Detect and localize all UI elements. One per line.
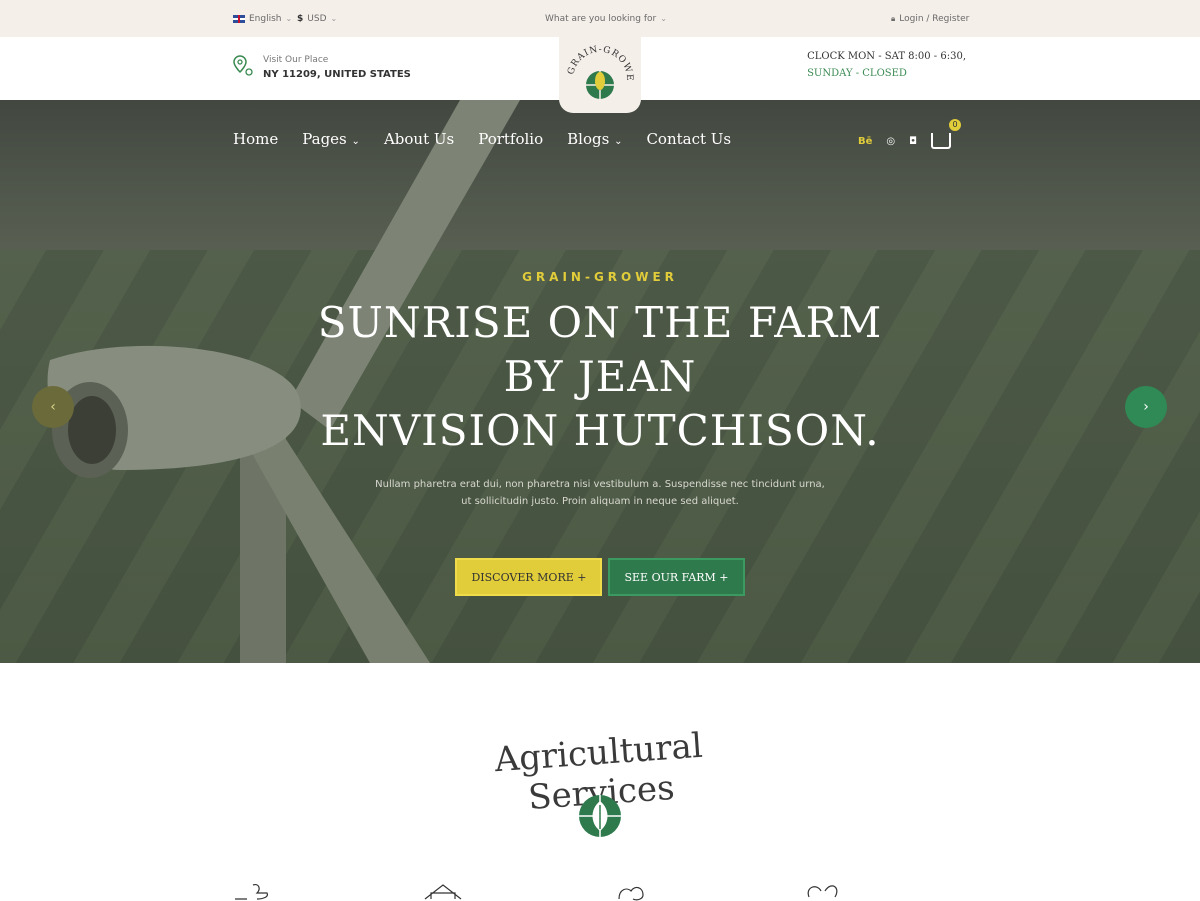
nav-item-home[interactable]: Home bbox=[233, 130, 278, 148]
flag-uk-icon bbox=[233, 14, 245, 23]
search-label: What are you looking for bbox=[545, 13, 657, 24]
nav-item-about[interactable]: About Us bbox=[384, 130, 454, 148]
chevron-down-icon: ⌄ bbox=[660, 14, 667, 23]
location-value: NY 11209, UNITED STATES bbox=[263, 69, 411, 80]
hero-headline: SUNRISE ON THE FARM BY JEAN ENVISION HUT… bbox=[300, 296, 900, 458]
currency-label: USD bbox=[307, 13, 327, 24]
top-bar: English ⌄ $ USD ⌄ What are you looking f… bbox=[0, 0, 1200, 37]
chevron-down-icon: ⌄ bbox=[285, 14, 293, 23]
nav-item-contact[interactable]: Contact Us bbox=[646, 130, 731, 148]
rooster-icon bbox=[618, 886, 644, 901]
nav-item-pages-label: Pages bbox=[302, 130, 347, 148]
chevron-left-icon: ‹ bbox=[50, 399, 56, 415]
nav-item-blogs[interactable]: Blogs ⌄ bbox=[567, 130, 622, 148]
hero-headline-line1: SUNRISE ON THE FARM BY JEAN bbox=[317, 298, 883, 401]
hero-headline-line2: ENVISION HUTCHISON. bbox=[320, 406, 880, 455]
cart-count-badge: 0 bbox=[949, 119, 962, 131]
chevron-down-icon: ⌄ bbox=[614, 136, 623, 147]
nav-item-pages[interactable]: Pages ⌄ bbox=[302, 130, 360, 148]
hero-eyebrow: GRAIN-GROWER bbox=[522, 270, 678, 284]
discover-more-button[interactable]: DISCOVER MORE + bbox=[455, 558, 603, 596]
hero-slider: Home Pages ⌄ About Us Portfolio Blogs ⌄ … bbox=[0, 100, 1200, 663]
cart-icon[interactable]: 0 bbox=[931, 119, 962, 149]
nav-item-blogs-label: Blogs bbox=[567, 130, 610, 148]
login-label: Login / Register bbox=[899, 13, 970, 24]
dribbble-icon[interactable]: ◎ bbox=[886, 136, 895, 147]
hero-subtext: Nullam pharetra erat dui, non pharetra n… bbox=[375, 479, 825, 507]
social-links: Bē ◎ ◘ 0 bbox=[858, 119, 962, 149]
location-block: Visit Our Place NY 11209, UNITED STATES bbox=[233, 55, 411, 80]
slider-prev-button[interactable]: ‹ bbox=[32, 386, 74, 428]
behance-icon[interactable]: Bē bbox=[858, 136, 872, 147]
chevron-right-icon: › bbox=[1143, 399, 1149, 415]
hours-weekday: CLOCK MON - SAT 8:00 - 6:30, bbox=[807, 51, 966, 62]
currency-selector[interactable]: $ USD ⌄ bbox=[297, 0, 337, 37]
language-label: English bbox=[249, 13, 282, 24]
services-section: Agricultural Services bbox=[0, 663, 1200, 901]
leaves-icon bbox=[807, 885, 838, 898]
see-our-farm-button[interactable]: SEE OUR FARM + bbox=[608, 558, 745, 596]
hero-buttons: DISCOVER MORE + SEE OUR FARM + bbox=[300, 558, 900, 596]
slider-next-button[interactable]: › bbox=[1125, 386, 1167, 428]
opening-hours: CLOCK MON - SAT 8:00 - 6:30, SUNDAY - CL… bbox=[807, 51, 966, 79]
site-logo[interactable]: GRAIN-GROWER bbox=[559, 37, 641, 113]
map-pin-icon bbox=[233, 55, 253, 76]
lock-icon: 🔒︎ bbox=[891, 13, 896, 23]
main-nav: Home Pages ⌄ About Us Portfolio Blogs ⌄ … bbox=[233, 130, 731, 148]
instagram-icon[interactable]: ◘ bbox=[909, 136, 917, 147]
grain-grower-logo: GRAIN-GROWER bbox=[563, 41, 633, 99]
chevron-down-icon: ⌄ bbox=[330, 14, 338, 23]
dollar-icon: $ bbox=[297, 13, 304, 24]
service-icons-row bbox=[233, 881, 843, 901]
language-selector[interactable]: English ⌄ bbox=[233, 0, 292, 37]
login-link[interactable]: 🔒︎ Login / Register bbox=[891, 0, 969, 37]
barn-icon bbox=[424, 884, 462, 900]
duck-icon bbox=[235, 884, 268, 900]
chevron-down-icon: ⌄ bbox=[351, 136, 360, 147]
nav-item-portfolio[interactable]: Portfolio bbox=[478, 130, 543, 148]
leaf-globe-icon bbox=[579, 795, 621, 837]
hours-sunday: SUNDAY - CLOSED bbox=[807, 68, 907, 79]
location-label: Visit Our Place bbox=[263, 55, 329, 65]
hero-content: GRAIN-GROWER SUNRISE ON THE FARM BY JEAN… bbox=[300, 270, 900, 596]
search-dropdown[interactable]: What are you looking for ⌄ bbox=[545, 0, 667, 37]
